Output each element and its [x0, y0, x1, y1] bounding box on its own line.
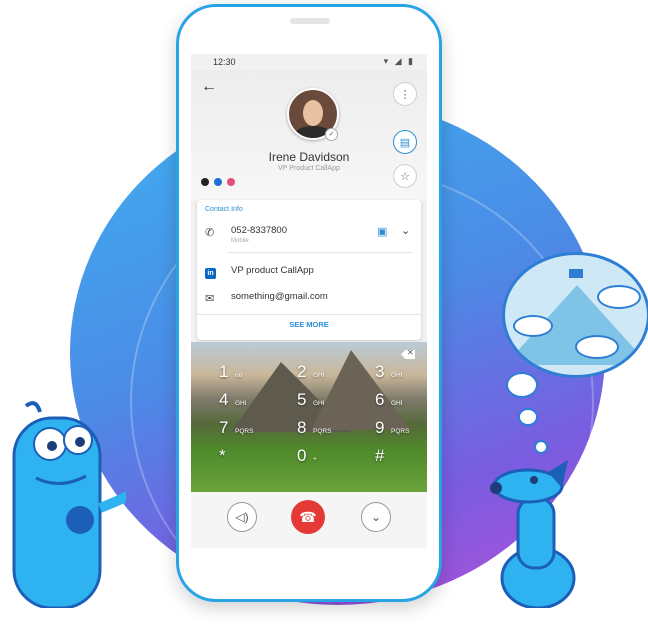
- key-digit: 8: [297, 418, 307, 437]
- key-digit: *: [219, 446, 226, 465]
- key-3[interactable]: 3 GHI: [351, 360, 411, 388]
- more-vert-icon[interactable]: ⋮: [393, 82, 417, 106]
- key-2[interactable]: 2 GHI: [273, 360, 333, 388]
- contact-info-card: Contact Info ✆ 052-8337800 Mobile ▣ ⌄ in…: [197, 200, 421, 340]
- see-more-button[interactable]: SEE MORE: [197, 320, 421, 329]
- email-address: something@gmail.com: [231, 291, 328, 302]
- avatar-face: [303, 100, 323, 126]
- key-digit: 6: [375, 390, 385, 409]
- thought-dot-small: [534, 440, 548, 454]
- contact-name: Irene Davidson: [268, 150, 350, 164]
- color-dot-black[interactable]: [201, 178, 209, 186]
- key-digit: 7: [219, 418, 229, 437]
- phone-number: 052-8337800: [231, 225, 287, 236]
- end-call-icon: ☎: [299, 508, 317, 525]
- divider: [227, 252, 413, 253]
- key-digit: 0: [297, 446, 307, 465]
- cloud-illustration: [575, 335, 619, 359]
- mail-icon: ✉: [205, 293, 215, 305]
- end-call-button[interactable]: ☎: [291, 500, 325, 534]
- cloud-illustration: [597, 285, 641, 309]
- flag-icon: [569, 269, 583, 278]
- speaker-icon[interactable]: ◁): [227, 502, 257, 532]
- key-letters: +: [313, 456, 317, 463]
- key-digit: #: [375, 446, 385, 465]
- contact-title: VP Product CallApp: [278, 165, 340, 172]
- phone-speaker: [290, 18, 330, 24]
- color-dots: [201, 178, 235, 186]
- key-4[interactable]: 4 GHI: [195, 388, 255, 416]
- key-letters: GHI: [235, 400, 247, 407]
- key-digit: 4: [219, 390, 229, 409]
- key-letters: GHI: [313, 400, 325, 407]
- phone-type: Mobile: [231, 238, 249, 244]
- back-arrow-icon[interactable]: ←: [201, 78, 217, 96]
- key-hash[interactable]: #: [351, 444, 411, 472]
- dialer-keypad: ✕ 1 oo 2 GHI 3 GHI 4 GHI 5 GHI 6 GHI 7 PQRS 8 PQRS 9 PQRS…: [191, 342, 427, 492]
- color-dot-pink[interactable]: [227, 178, 235, 186]
- verified-badge-icon: ✓: [325, 128, 338, 141]
- cloud-illustration: [513, 315, 553, 337]
- key-letters: PQRS: [235, 428, 254, 435]
- key-7[interactable]: 7 PQRS: [195, 416, 255, 444]
- collapse-button[interactable]: ⌄: [361, 502, 391, 532]
- thought-dot-large: [506, 372, 538, 398]
- thought-dot-medium: [518, 408, 538, 426]
- linkedin-icon: in: [205, 266, 216, 279]
- key-digit: 3: [375, 362, 385, 381]
- status-icons: ▾ ◢ ▮: [383, 56, 415, 66]
- status-time: 12:30: [213, 57, 236, 67]
- key-6[interactable]: 6 GHI: [351, 388, 411, 416]
- key-0[interactable]: 0 +: [273, 444, 333, 472]
- phone-icon: ✆: [205, 227, 215, 239]
- contact-header: ← ⋮ ▤ ☆ ✓ Irene Davidson VP Product Call…: [191, 70, 427, 200]
- color-dot-blue[interactable]: [214, 178, 222, 186]
- dog-mascot-illustration: [490, 460, 576, 608]
- chevron-down-icon[interactable]: ⌄: [401, 224, 410, 237]
- phone-row[interactable]: ✆ 052-8337800 Mobile ▣ ⌄: [197, 220, 421, 248]
- key-letters: PQRS: [391, 428, 410, 435]
- key-letters: GHI: [391, 400, 403, 407]
- thought-bubble-illustration: [502, 252, 648, 378]
- key-1[interactable]: 1 oo: [195, 360, 255, 388]
- contact-info-heading: Contact Info: [205, 206, 243, 213]
- key-digit: 1: [219, 362, 229, 381]
- key-letters: PQRS: [313, 428, 332, 435]
- email-row[interactable]: ✉ something@gmail.com: [197, 286, 421, 314]
- key-digit: 5: [297, 390, 307, 409]
- call-controls: ◁) ☎ ⌄: [191, 492, 427, 548]
- chevron-down-icon: ⌄: [370, 510, 382, 524]
- monster-mascot-illustration: [12, 401, 126, 608]
- key-digit: 2: [297, 362, 307, 381]
- key-letters: GHI: [313, 372, 325, 379]
- linkedin-row[interactable]: in VP product CallApp: [197, 260, 421, 288]
- key-digit: 9: [375, 418, 385, 437]
- linkedin-text: VP product CallApp: [231, 265, 314, 276]
- key-8[interactable]: 8 PQRS: [273, 416, 333, 444]
- key-5[interactable]: 5 GHI: [273, 388, 333, 416]
- key-letters: GHI: [391, 372, 403, 379]
- chat-icon[interactable]: ▣: [377, 225, 387, 238]
- key-letters: oo: [235, 372, 243, 379]
- divider: [197, 314, 421, 315]
- key-star[interactable]: *: [195, 444, 255, 472]
- status-bar: 12:30 ▾ ◢ ▮: [191, 54, 427, 70]
- key-9[interactable]: 9 PQRS: [351, 416, 411, 444]
- phone-screen: 12:30 ▾ ◢ ▮ ← ⋮ ▤ ☆ ✓ Irene Davidson VP …: [191, 54, 427, 548]
